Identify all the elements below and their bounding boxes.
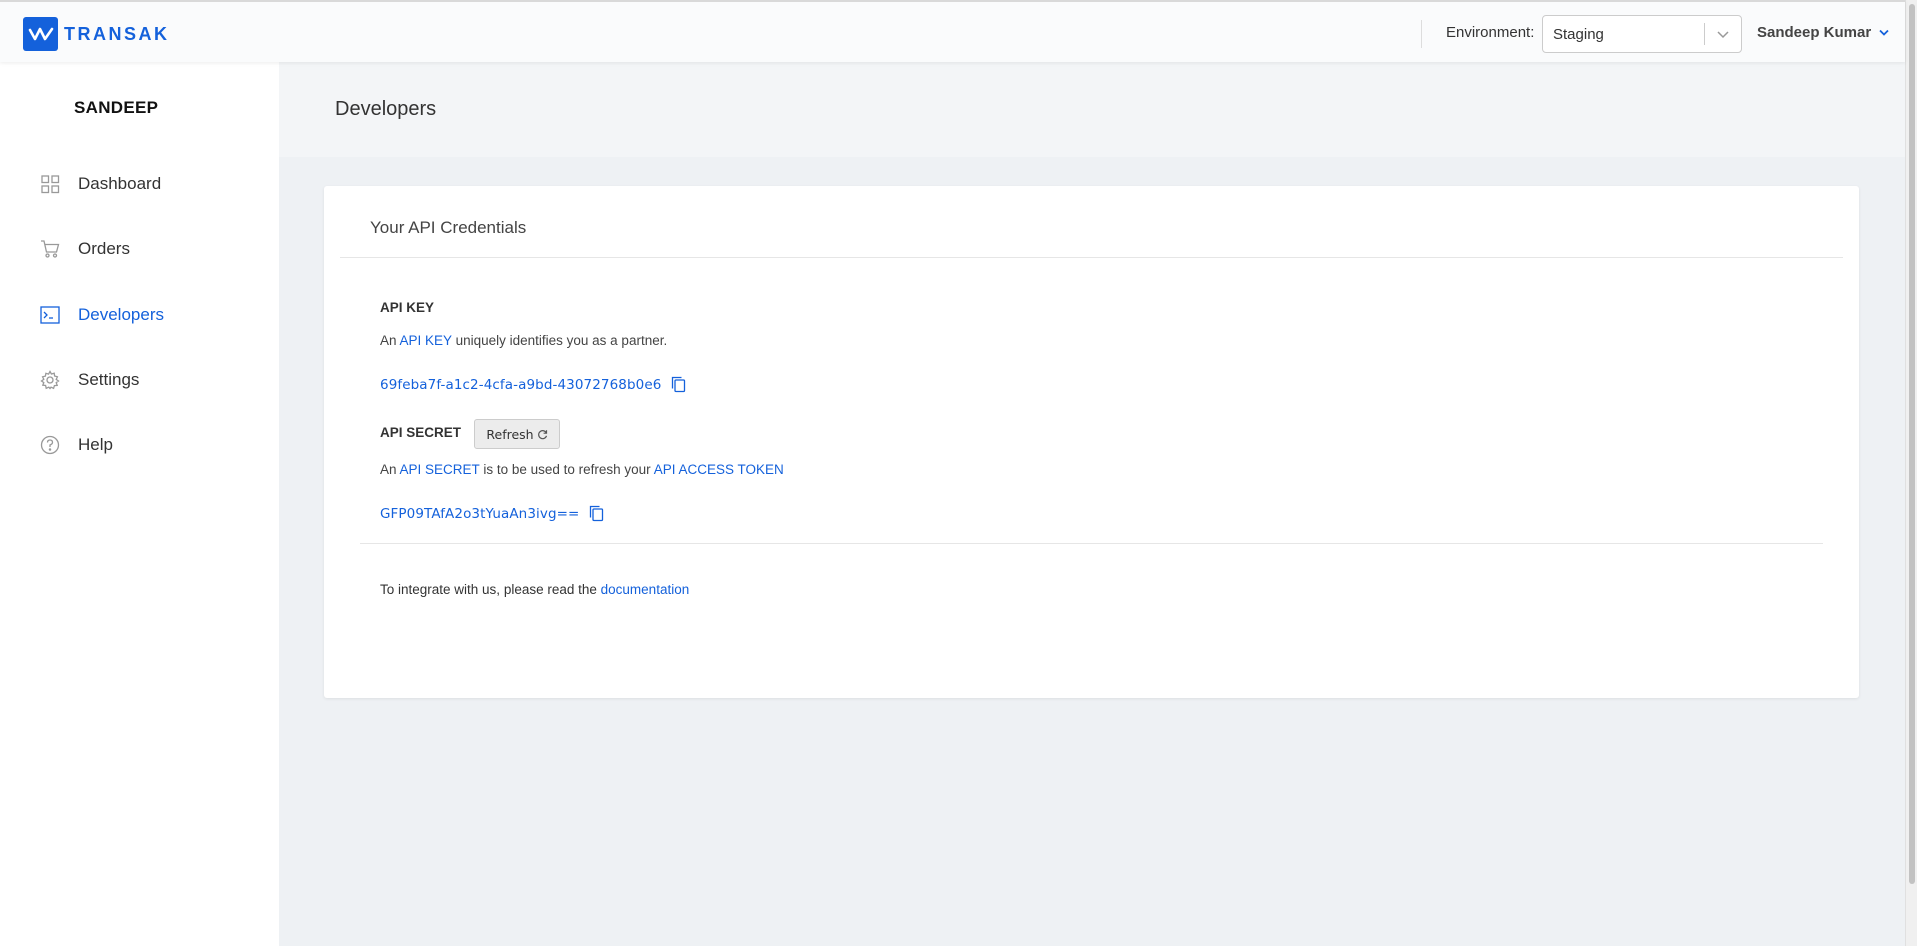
- user-menu[interactable]: Sandeep Kumar: [1757, 24, 1889, 41]
- page-title: Developers: [335, 98, 437, 120]
- api-access-token-link[interactable]: API ACCESS TOKEN: [654, 462, 784, 477]
- gear-icon: [40, 370, 60, 390]
- chevron-down-icon: [1879, 29, 1889, 36]
- api-key-link[interactable]: API KEY: [400, 333, 452, 348]
- desc-text: An: [380, 462, 397, 477]
- grid-icon: [40, 174, 60, 194]
- api-secret-value[interactable]: GFP09TAfA2o3tYuaAn3ivg==: [380, 506, 579, 522]
- environment-value: Staging: [1553, 25, 1604, 43]
- help-circle-icon: [40, 435, 60, 455]
- card-title: Your API Credentials: [370, 218, 527, 237]
- sidebar-item-label: Settings: [78, 370, 140, 389]
- api-secret-description: An API SECRET is to be used to refresh y…: [380, 462, 784, 477]
- api-secret-link[interactable]: API SECRET: [400, 462, 480, 477]
- sidebar-item-dashboard[interactable]: Dashboard: [40, 169, 161, 199]
- sidebar-item-developers[interactable]: Developers: [40, 300, 164, 330]
- api-credentials-card: Your API Credentials API KEY An API KEY …: [324, 186, 1859, 698]
- refresh-icon: [537, 429, 548, 440]
- sidebar-item-label: Dashboard: [78, 174, 162, 193]
- terminal-icon: [40, 305, 60, 325]
- desc-text: uniquely identifies you as a partner.: [455, 333, 668, 348]
- api-key-label: API KEY: [380, 300, 435, 315]
- refresh-label: Refresh: [486, 426, 534, 442]
- sidebar-item-help[interactable]: Help: [40, 430, 113, 460]
- sidebar-item-label: Help: [78, 435, 113, 454]
- sidebar-item-label: Developers: [78, 305, 164, 324]
- desc-text: is to be used to refresh your: [483, 462, 651, 477]
- cart-icon: [40, 239, 60, 259]
- chevron-down-icon[interactable]: [1705, 30, 1741, 39]
- doc-text: To integrate with us, please read the: [380, 582, 597, 597]
- environment-label: Environment:: [1446, 24, 1535, 41]
- divider: [360, 543, 1823, 544]
- org-name: SANDEEP: [74, 98, 159, 117]
- sidebar-item-settings[interactable]: Settings: [40, 365, 139, 395]
- api-key-value-row: 69feba7f-a1c2-4cfa-a9bd-43072768b0e6: [380, 376, 686, 393]
- environment-select[interactable]: Staging: [1542, 15, 1742, 53]
- api-secret-value-row: GFP09TAfA2o3tYuaAn3ivg==: [380, 505, 604, 522]
- refresh-button[interactable]: Refresh: [474, 419, 560, 449]
- transak-logo-icon: [23, 17, 58, 51]
- documentation-link[interactable]: documentation: [601, 582, 690, 597]
- sidebar: SANDEEP Dashboard Orders Developers Sett…: [0, 62, 279, 946]
- sidebar-item-orders[interactable]: Orders: [40, 234, 130, 264]
- documentation-note: To integrate with us, please read the do…: [380, 582, 689, 597]
- divider: [340, 257, 1843, 258]
- sidebar-item-label: Orders: [78, 239, 130, 258]
- page-header: Developers: [279, 62, 1905, 157]
- copy-icon[interactable]: [589, 505, 604, 522]
- api-secret-label: API SECRET: [380, 425, 462, 440]
- api-key-value[interactable]: 69feba7f-a1c2-4cfa-a9bd-43072768b0e6: [380, 377, 661, 393]
- desc-text: An: [380, 333, 397, 348]
- top-bar: TRANSAK Environment: Staging Sandeep Kum…: [0, 0, 1905, 62]
- api-key-description: An API KEY uniquely identifies you as a …: [380, 333, 667, 348]
- brand-name: TRANSAK: [64, 23, 170, 44]
- user-name: Sandeep Kumar: [1757, 24, 1872, 41]
- transak-logo[interactable]: TRANSAK: [23, 17, 170, 51]
- scroll-thumb[interactable]: [1909, 4, 1915, 884]
- scrollbar[interactable]: [1905, 0, 1917, 946]
- header-divider: [1421, 20, 1422, 48]
- copy-icon[interactable]: [671, 376, 686, 393]
